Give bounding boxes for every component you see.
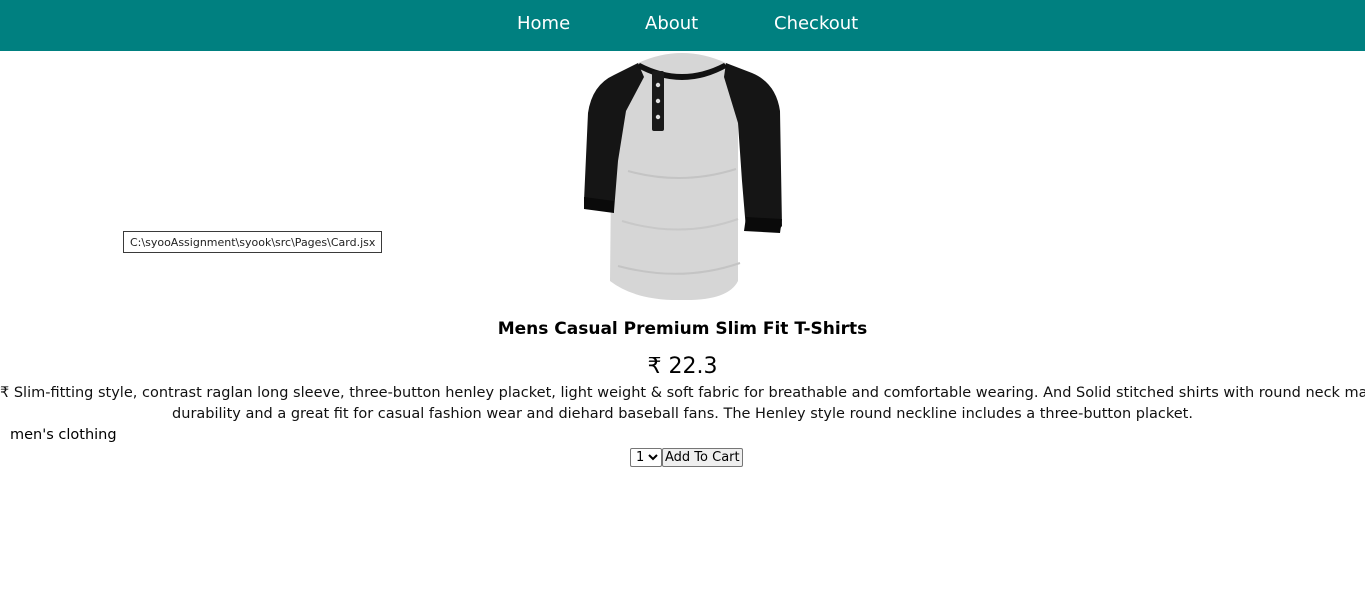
nav-home-link[interactable]: Home [517,12,570,36]
add-to-cart-button[interactable]: Add To Cart [662,448,743,467]
tshirt-icon [584,53,782,301]
product-description: ₹ Slim-fitting style, contrast raglan lo… [0,383,1365,425]
product-title: Mens Casual Premium Slim Fit T-Shirts [497,319,868,339]
file-path-tooltip: C:\syooAssignment\syook\src\Pages\Card.j… [123,231,383,253]
quantity-select[interactable]: 1 [630,448,662,467]
product-category: men's clothing [10,427,117,443]
product-description-line: ₹ Slim-fitting style, contrast raglan lo… [0,385,1365,401]
product-image [578,51,788,301]
product-description-line: durability and a great fit for casual fa… [172,406,1193,422]
nav-checkout-link[interactable]: Checkout [774,12,858,36]
cart-controls: 1 Add To Cart [630,448,743,467]
nav-about-link[interactable]: About [645,12,698,36]
top-navbar: Home About Checkout [0,0,1365,51]
product-price: ₹ 22.3 [647,354,718,379]
